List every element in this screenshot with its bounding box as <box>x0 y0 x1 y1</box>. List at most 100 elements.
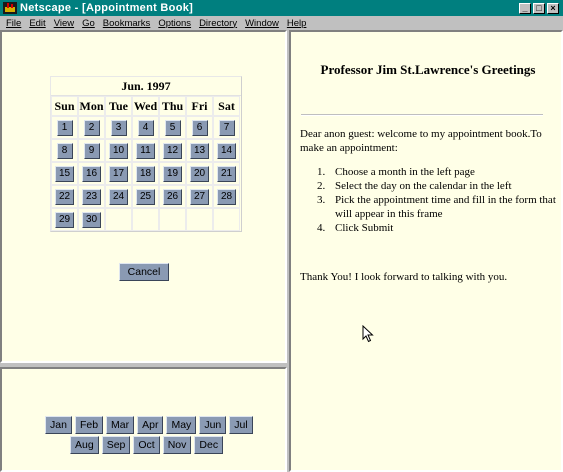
day-button[interactable]: 7 <box>218 119 235 136</box>
weekday-header-row: Sun Mon Tue Wed Thu Fri Sat <box>51 96 241 116</box>
day-button[interactable]: 1 <box>56 119 73 136</box>
calendar-cell: 3 <box>105 116 132 139</box>
day-button[interactable]: 26 <box>163 188 182 205</box>
day-button[interactable]: 13 <box>190 142 209 159</box>
day-button[interactable]: 27 <box>190 188 209 205</box>
day-button[interactable]: 22 <box>55 188 74 205</box>
calendar-title: Jun. 1997 <box>51 77 241 96</box>
day-button[interactable]: 14 <box>217 142 236 159</box>
day-button[interactable]: 25 <box>136 188 155 205</box>
calendar-cell: 13 <box>186 139 213 162</box>
calendar-cell: 22 <box>51 185 78 208</box>
list-item: 2. Select the day on the calendar in the … <box>317 180 512 192</box>
month-button[interactable]: Mar <box>106 416 135 434</box>
menu-file[interactable]: File <box>6 18 21 29</box>
day-button[interactable]: 20 <box>190 165 209 182</box>
day-button[interactable]: 12 <box>163 142 182 159</box>
calendar-frame: Jun. 1997 Sun Mon Tue Wed Thu Fri Sat 12… <box>0 30 287 363</box>
day-button[interactable]: 21 <box>217 165 236 182</box>
month-button[interactable]: Jul <box>229 416 253 434</box>
calendar-cell: 7 <box>213 116 240 139</box>
month-button[interactable]: Sep <box>101 436 131 454</box>
weekday-label: Mon <box>78 96 105 116</box>
weekday-label: Wed <box>132 96 159 116</box>
month-button[interactable]: Nov <box>162 436 192 454</box>
day-button[interactable]: 19 <box>163 165 182 182</box>
calendar-cell: 29 <box>51 208 78 231</box>
calendar-cell: 26 <box>159 185 186 208</box>
calendar-week-row: 22 23 24 25 26 27 28 <box>51 185 241 208</box>
month-button[interactable]: Oct <box>133 436 160 454</box>
calendar-cell <box>105 208 132 231</box>
calendar-cell <box>213 208 240 231</box>
day-button[interactable]: 4 <box>137 119 154 136</box>
day-button[interactable]: 23 <box>82 188 101 205</box>
step-text: Choose a month in the left page <box>335 166 475 178</box>
day-button[interactable]: 24 <box>109 188 128 205</box>
calendar-cell: 1 <box>51 116 78 139</box>
calendar-week-row: 29 30 <box>51 208 241 231</box>
day-button[interactable]: 15 <box>55 165 74 182</box>
month-button[interactable]: Feb <box>74 416 104 434</box>
month-button[interactable]: Jan <box>45 416 72 434</box>
step-text: Select the day on the calendar in the le… <box>335 180 512 192</box>
month-button[interactable]: Dec <box>194 436 224 454</box>
intro-text: Dear anon guest: welcome to my appointme… <box>300 128 542 154</box>
day-button[interactable]: 2 <box>83 119 100 136</box>
calendar-cell: 25 <box>132 185 159 208</box>
month-button[interactable]: May <box>166 416 197 434</box>
calendar-cell: 28 <box>213 185 240 208</box>
menu-edit[interactable]: Edit <box>29 18 45 29</box>
calendar-cell: 27 <box>186 185 213 208</box>
calendar-cell: 20 <box>186 162 213 185</box>
calendar-cell: 10 <box>105 139 132 162</box>
netscape-logo-icon <box>3 2 17 14</box>
calendar-week-row: 15 16 17 18 19 20 21 <box>51 162 241 185</box>
divider <box>301 114 543 116</box>
calendar-cell: 6 <box>186 116 213 139</box>
minimize-icon[interactable]: _ <box>519 2 531 14</box>
mouse-pointer-icon <box>362 325 374 343</box>
day-button[interactable]: 16 <box>82 165 101 182</box>
calendar-cell: 16 <box>78 162 105 185</box>
calendar-cell: 23 <box>78 185 105 208</box>
calendar-cell: 11 <box>132 139 159 162</box>
calendar-table: Jun. 1997 Sun Mon Tue Wed Thu Fri Sat 12… <box>50 76 242 232</box>
list-item: 3. Pick the appointment time and fill in … <box>317 193 561 221</box>
day-button[interactable]: 9 <box>83 142 100 159</box>
step-text: Click Submit <box>335 222 394 234</box>
day-button[interactable]: 18 <box>136 165 155 182</box>
day-button[interactable]: 29 <box>55 211 74 228</box>
calendar-week-row: 1234567 <box>51 116 241 139</box>
day-button[interactable]: 28 <box>217 188 236 205</box>
calendar-cell: 4 <box>132 116 159 139</box>
day-button[interactable]: 10 <box>109 142 128 159</box>
menu-view[interactable]: View <box>54 18 74 29</box>
menu-go[interactable]: Go <box>82 18 95 29</box>
calendar-cell: 9 <box>78 139 105 162</box>
calendar-cell: 21 <box>213 162 240 185</box>
month-button[interactable]: Aug <box>70 436 99 454</box>
menu-help[interactable]: Help <box>287 18 307 29</box>
menu-directory[interactable]: Directory <box>199 18 237 29</box>
cancel-button[interactable]: Cancel <box>119 263 169 281</box>
close-icon[interactable]: × <box>547 2 559 14</box>
day-button[interactable]: 3 <box>110 119 127 136</box>
menu-bar: File Edit View Go Bookmarks Options Dire… <box>0 16 563 30</box>
month-row-1: Jan Feb Mar Apr May Jun Jul <box>45 416 253 434</box>
day-button[interactable]: 11 <box>136 142 155 159</box>
month-button[interactable]: Jun <box>199 416 227 434</box>
maximize-icon[interactable]: □ <box>533 2 545 14</box>
thanks-text: Thank You! I look forward to talking wit… <box>300 271 508 283</box>
menu-window[interactable]: Window <box>245 18 279 29</box>
day-button[interactable]: 17 <box>109 165 128 182</box>
menu-bookmarks[interactable]: Bookmarks <box>103 18 151 29</box>
weekday-label: Thu <box>159 96 186 116</box>
day-button[interactable]: 30 <box>82 211 101 228</box>
month-button[interactable]: Apr <box>137 416 164 434</box>
day-button[interactable]: 6 <box>191 119 208 136</box>
day-button[interactable]: 8 <box>56 142 73 159</box>
calendar-cell <box>159 208 186 231</box>
day-button[interactable]: 5 <box>164 119 181 136</box>
menu-options[interactable]: Options <box>158 18 191 29</box>
